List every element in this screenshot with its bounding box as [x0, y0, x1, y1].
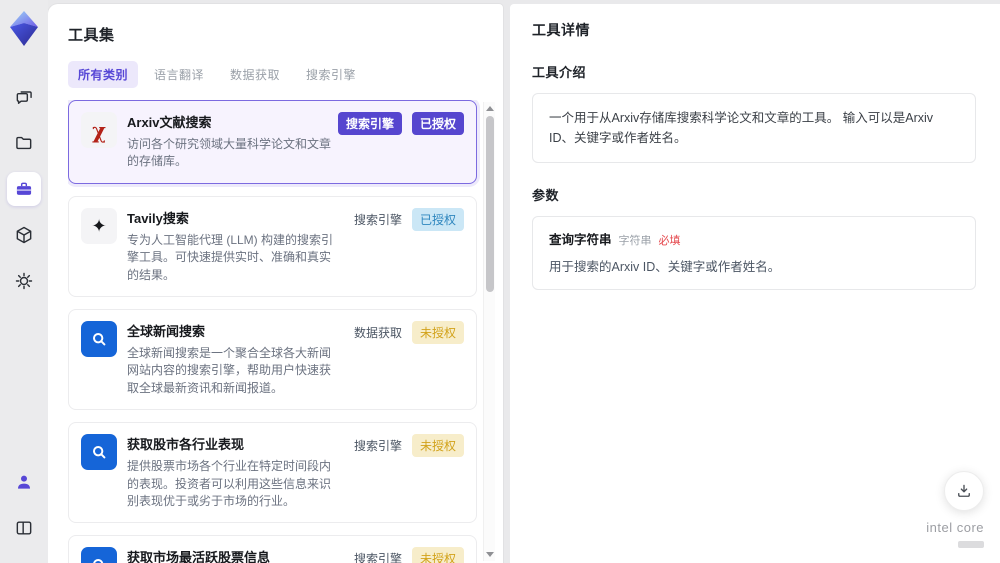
intel-core-logo: intel core	[926, 520, 984, 553]
folder-icon[interactable]	[7, 126, 41, 160]
scroll-down-arrow-icon[interactable]	[485, 552, 494, 557]
toolbox-icon[interactable]	[7, 172, 41, 206]
status-badge: 已授权	[411, 112, 464, 135]
tool-details-panel: 工具详情 工具介绍 一个用于从Arxiv存储库搜索科学论文和文章的工具。 输入可…	[510, 4, 1000, 563]
tool-name: 获取市场最活跃股票信息	[127, 550, 271, 563]
tool-name: Arxiv文献搜索	[127, 115, 212, 130]
tab-all-categories[interactable]: 所有类别	[68, 61, 139, 88]
tavily-star-icon: ✦	[81, 207, 117, 244]
category-label: 搜索引擎	[353, 439, 402, 454]
left-rail	[0, 0, 48, 563]
status-badge: 未授权	[411, 320, 464, 344]
tool-card-arxiv[interactable]: χ Arxiv文献搜索 访问各个研究领域大量科学论文和文章的存储库。 搜索引擎 …	[68, 100, 477, 184]
magnifier-icon	[81, 320, 117, 357]
status-badge: 未授权	[411, 547, 464, 563]
tool-name: 全球新闻搜索	[127, 323, 206, 339]
list-scrollbar[interactable]	[483, 102, 495, 561]
category-tabs: 所有类别 语言翻译 数据获取 搜索引擎	[68, 61, 503, 88]
category-label: 搜索引擎	[353, 212, 402, 227]
parameter-required-flag: 必填	[658, 235, 681, 247]
tool-list-panel: 工具集 所有类别 语言翻译 数据获取 搜索引擎 χ Arxiv文献搜索 访问各个…	[48, 4, 503, 563]
tab-data-fetch[interactable]: 数据获取	[220, 61, 290, 88]
tool-description: 全球新闻搜索是一个聚合全球各大新闻网站内容的搜索引擎，帮助用户快速获取全球最新资…	[127, 345, 332, 395]
arxiv-icon: χ	[81, 112, 117, 148]
parameter-description: 用于搜索的Arxiv ID、关键字或作者姓名。	[549, 260, 781, 274]
main-content: 工具集 所有类别 语言翻译 数据获取 搜索引擎 χ Arxiv文献搜索 访问各个…	[48, 0, 1000, 563]
download-button[interactable]	[944, 471, 984, 511]
scroll-up-arrow-icon[interactable]	[485, 106, 494, 111]
user-icon[interactable]	[7, 465, 41, 499]
app-logo-icon	[10, 11, 38, 46]
settings-icon[interactable]	[7, 264, 41, 298]
category-label: 数据获取	[353, 325, 402, 340]
tool-intro-text: 一个用于从Arxiv存储库搜索科学论文和文章的工具。 输入可以是Arxiv ID…	[532, 93, 976, 163]
tool-card-tavily[interactable]: ✦ Tavily搜索 专为人工智能代理 (LLM) 构建的搜索引擎工具。可快速提…	[68, 195, 477, 297]
intel-core-text: intel core	[926, 520, 984, 536]
parameter-type: 字符串	[618, 235, 652, 247]
params-heading: 参数	[532, 188, 560, 203]
intro-heading: 工具介绍	[532, 65, 587, 80]
magnifier-icon	[81, 434, 117, 471]
tool-card-global-news[interactable]: 全球新闻搜索 全球新闻搜索是一个聚合全球各大新闻网站内容的搜索引擎，帮助用户快速…	[68, 308, 477, 411]
tool-name: Tavily搜索	[127, 210, 189, 226]
tool-description: 专为人工智能代理 (LLM) 构建的搜索引擎工具。可快速提供实时、准确和真实的结…	[127, 232, 334, 282]
tool-list: χ Arxiv文献搜索 访问各个研究领域大量科学论文和文章的存储库。 搜索引擎 …	[68, 100, 503, 563]
tab-language-translation[interactable]: 语言翻译	[144, 61, 214, 88]
scrollbar-thumb[interactable]	[486, 116, 494, 292]
intel-core-sub-badge	[958, 541, 984, 549]
status-badge: 已授权	[411, 207, 464, 231]
details-title: 工具详情	[532, 22, 590, 38]
magnifier-icon	[81, 547, 117, 563]
tool-description: 访问各个研究领域大量科学论文和文章的存储库。	[127, 137, 332, 169]
status-badge: 未授权	[411, 434, 464, 458]
parameter-item: 查询字符串 字符串 必填 用于搜索的Arxiv ID、关键字或作者姓名。	[532, 216, 976, 290]
package-icon[interactable]	[7, 218, 41, 252]
tool-description: 提供股票市场各个行业在特定时间段内的表现。投资者可以利用这些信息来识别表现优于或…	[127, 459, 332, 508]
tool-card-most-active-stocks[interactable]: 获取市场最活跃股票信息 提供当天交易量最高的股票列表。投资者可以利用这些信息来识…	[68, 535, 477, 563]
panel-toggle-icon[interactable]	[7, 511, 41, 545]
category-badge: 搜索引擎	[337, 112, 402, 135]
parameter-name: 查询字符串	[549, 233, 612, 247]
tab-search-engine[interactable]: 搜索引擎	[296, 61, 366, 88]
tool-card-industry-performance[interactable]: 获取股市各行业表现 提供股票市场各个行业在特定时间段内的表现。投资者可以利用这些…	[68, 422, 477, 524]
tool-name: 获取股市各行业表现	[127, 437, 245, 453]
download-icon	[958, 484, 970, 497]
chat-icon[interactable]	[7, 80, 41, 114]
category-label: 搜索引擎	[353, 552, 402, 563]
page-title: 工具集	[68, 27, 115, 44]
